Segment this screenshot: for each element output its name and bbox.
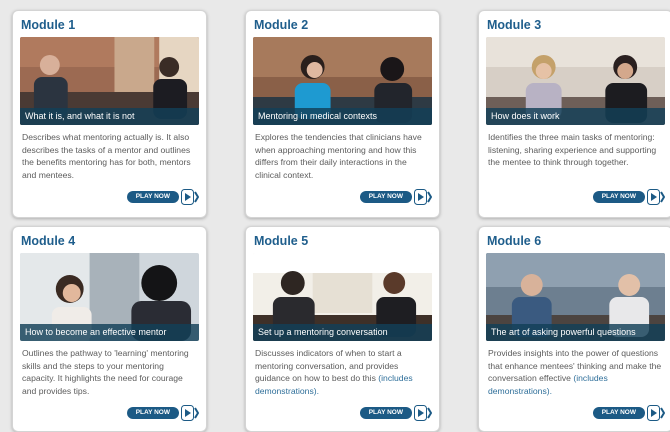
module-title: Module 4 <box>21 234 76 248</box>
module-thumbnail[interactable]: Mentoring in medical contexts <box>253 37 432 125</box>
play-icon <box>414 189 432 205</box>
play-now-label: PLAY NOW <box>126 191 179 203</box>
module-description: Outlines the pathway to 'learning' mento… <box>22 347 197 399</box>
module-thumbnail[interactable]: Set up a mentoring conversation <box>253 253 432 341</box>
module-card-2: Module 2 Mentoring in medical contexts E… <box>245 10 440 218</box>
play-now-button[interactable]: PLAY NOW <box>592 405 665 421</box>
module-card-4: Module 4 How to become an effective ment… <box>12 226 207 432</box>
module-title: Module 1 <box>21 18 76 32</box>
module-title: Module 3 <box>487 18 542 32</box>
play-now-label: PLAY NOW <box>592 407 645 419</box>
play-now-button[interactable]: PLAY NOW <box>359 405 432 421</box>
module-caption: How does it work <box>486 108 665 125</box>
module-caption: Mentoring in medical contexts <box>253 108 432 125</box>
description-text: Identifies the three main tasks of mento… <box>488 132 657 168</box>
module-caption: Set up a mentoring conversation <box>253 324 432 341</box>
play-icon <box>181 405 199 421</box>
module-thumbnail[interactable]: The art of asking powerful questions <box>486 253 665 341</box>
module-card-3: Module 3 How does it work Identifies the… <box>478 10 670 218</box>
module-caption: How to become an effective mentor <box>20 324 199 341</box>
module-card-6: Module 6 The art of asking powerful ques… <box>478 226 670 432</box>
module-description: Provides insights into the power of ques… <box>488 347 663 399</box>
play-now-button[interactable]: PLAY NOW <box>126 189 199 205</box>
description-text: Explores the tendencies that clinicians … <box>255 132 422 180</box>
module-title: Module 2 <box>254 18 309 32</box>
play-now-button[interactable]: PLAY NOW <box>359 189 432 205</box>
module-thumbnail[interactable]: How to become an effective mentor <box>20 253 199 341</box>
description-text: Outlines the pathway to 'learning' mento… <box>22 348 189 396</box>
description-text: Describes what mentoring actually is. It… <box>22 132 191 180</box>
play-now-button[interactable]: PLAY NOW <box>592 189 665 205</box>
module-title: Module 6 <box>487 234 542 248</box>
module-description: Explores the tendencies that clinicians … <box>255 131 430 183</box>
module-title: Module 5 <box>254 234 309 248</box>
module-description: Describes what mentoring actually is. It… <box>22 131 197 183</box>
module-caption: The art of asking powerful questions <box>486 324 665 341</box>
module-thumbnail[interactable]: How does it work <box>486 37 665 125</box>
play-now-button[interactable]: PLAY NOW <box>126 405 199 421</box>
play-now-label: PLAY NOW <box>359 191 412 203</box>
play-now-label: PLAY NOW <box>126 407 179 419</box>
play-icon <box>181 189 199 205</box>
module-card-1: Module 1 What it is, and what it is not … <box>12 10 207 218</box>
play-now-label: PLAY NOW <box>359 407 412 419</box>
module-description: Discusses indicators of when to start a … <box>255 347 430 399</box>
module-card-5: Module 5 Set up a mentoring conversation… <box>245 226 440 432</box>
play-icon <box>647 405 665 421</box>
play-icon <box>414 405 432 421</box>
play-icon <box>647 189 665 205</box>
module-caption: What it is, and what it is not <box>20 108 199 125</box>
module-thumbnail[interactable]: What it is, and what it is not <box>20 37 199 125</box>
play-now-label: PLAY NOW <box>592 191 645 203</box>
module-description: Identifies the three main tasks of mento… <box>488 131 663 183</box>
